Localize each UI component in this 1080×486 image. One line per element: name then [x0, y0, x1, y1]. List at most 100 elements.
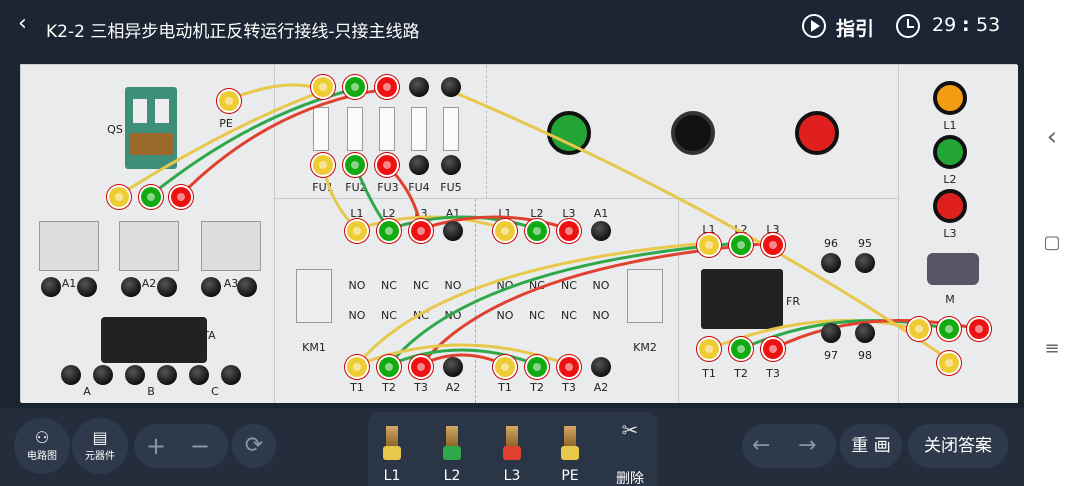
terminal-motor-pe[interactable]: [939, 353, 959, 373]
terminal-km1-l2[interactable]: [379, 221, 399, 241]
wire-l2-cap: [443, 446, 461, 460]
nav-home-icon[interactable]: ▢: [1024, 232, 1080, 253]
terminal-km1-a1[interactable]: [443, 221, 463, 241]
terminal-fr-l3[interactable]: [763, 235, 783, 255]
wire-l1-label: L1: [383, 468, 401, 484]
timer-seconds: 53: [976, 14, 1001, 36]
terminal-km2-t2[interactable]: [527, 357, 547, 377]
wire-l3-cap: [503, 446, 521, 460]
zoom-out-button[interactable]: −: [190, 424, 210, 468]
terminal-km2-l3[interactable]: [559, 221, 579, 241]
wire-pe-cap: [561, 446, 579, 460]
terminal-fu1-bottom[interactable]: [313, 155, 333, 175]
system-nav-bar: ‹ ▢ ≡: [1024, 0, 1080, 486]
delete-label: 删除: [616, 471, 644, 486]
terminal-qs-3[interactable]: [171, 187, 191, 207]
terminal-km2-t1[interactable]: [495, 357, 515, 377]
components-button[interactable]: ▤ 元器件: [72, 418, 128, 474]
wire-pe: [224, 83, 324, 103]
terminal-km1-t3[interactable]: [411, 357, 431, 377]
bottom-toolbar: ⚇ 电路图 ▤ 元器件 + − ⟳ L1 L2 L3 PE ✂ 删除 ← → 重…: [0, 408, 1024, 486]
terminal-a2-2[interactable]: [157, 277, 177, 297]
terminal-ta-a1[interactable]: [61, 365, 81, 385]
guide-button[interactable]: 指引: [836, 14, 874, 41]
terminal-fu3-top[interactable]: [377, 77, 397, 97]
refresh-button[interactable]: ⟳: [232, 424, 276, 468]
wire-l3-stem: [506, 426, 518, 448]
terminal-fu4-bottom[interactable]: [409, 155, 429, 175]
top-bar: ‹ K2-2 三相异步电动机正反转运行接线-只接主线路 指引 29 : 53: [0, 0, 1024, 56]
terminal-a1-1[interactable]: [41, 277, 61, 297]
zoom-controls: + −: [134, 424, 228, 468]
terminal-ta-b2[interactable]: [157, 365, 177, 385]
terminal-fu1-top[interactable]: [313, 77, 333, 97]
wire-l1-cap: [383, 446, 401, 460]
terminal-motor-v[interactable]: [939, 319, 959, 339]
terminal-qs-1[interactable]: [109, 187, 129, 207]
redo-arrow-icon[interactable]: →: [798, 424, 816, 468]
terminal-fr-97[interactable]: [821, 323, 841, 343]
terminal-fu2-top[interactable]: [345, 77, 365, 97]
terminal-fu4-top[interactable]: [409, 77, 429, 97]
zoom-in-button[interactable]: +: [146, 424, 166, 468]
terminal-pe[interactable]: [219, 91, 239, 111]
nav-back-icon[interactable]: ‹: [1024, 122, 1080, 152]
history-controls: ← →: [742, 424, 836, 468]
terminal-fr-95[interactable]: [855, 253, 875, 273]
terminal-ta-c1[interactable]: [189, 365, 209, 385]
wiring-board: QS PE A1 A2 A3 TA A B C FU1 FU2 FU3 FU4 …: [20, 64, 1018, 403]
wire-pe-stem: [564, 426, 576, 448]
terminal-fu5-bottom[interactable]: [441, 155, 461, 175]
delete-button[interactable]: ✂ 删除: [612, 418, 648, 486]
terminal-a2-1[interactable]: [121, 277, 141, 297]
wire-t1-fr: [355, 241, 710, 366]
components-icon: ▤: [92, 428, 108, 447]
terminal-ta-c2[interactable]: [221, 365, 241, 385]
terminal-km1-a2[interactable]: [443, 357, 463, 377]
terminal-km1-t2[interactable]: [379, 357, 399, 377]
terminal-fu5-top[interactable]: [441, 77, 461, 97]
terminal-fr-t2[interactable]: [731, 339, 751, 359]
clock-icon: [896, 14, 920, 38]
terminal-a3-1[interactable]: [201, 277, 221, 297]
terminal-ta-b1[interactable]: [125, 365, 145, 385]
page-title: K2-2 三相异步电动机正反转运行接线-只接主线路: [46, 22, 420, 42]
terminal-a3-2[interactable]: [237, 277, 257, 297]
wire-l1-stem: [386, 426, 398, 448]
wire-l2-label: L2: [443, 468, 461, 484]
terminal-km1-l1[interactable]: [347, 221, 367, 241]
terminal-fr-98[interactable]: [855, 323, 875, 343]
terminal-a1-2[interactable]: [77, 277, 97, 297]
terminal-fr-96[interactable]: [821, 253, 841, 273]
terminal-fr-t1[interactable]: [699, 339, 719, 359]
terminal-fr-t3[interactable]: [763, 339, 783, 359]
terminal-fu3-bottom[interactable]: [377, 155, 397, 175]
terminal-fr-l1[interactable]: [699, 235, 719, 255]
wire-cross-3: [420, 353, 506, 367]
terminal-fr-l2[interactable]: [731, 235, 751, 255]
terminal-ta-a2[interactable]: [93, 365, 113, 385]
terminal-km2-l1[interactable]: [495, 221, 515, 241]
terminal-motor-w[interactable]: [969, 319, 989, 339]
pliers-icon: ✂: [621, 418, 639, 442]
undo-arrow-icon[interactable]: ←: [752, 424, 770, 468]
terminal-km2-a2[interactable]: [591, 357, 611, 377]
circuit-icon: ⚇: [34, 428, 50, 447]
circuit-diagram-button[interactable]: ⚇ 电路图: [14, 418, 70, 474]
terminal-km1-l3[interactable]: [411, 221, 431, 241]
back-icon[interactable]: ‹: [18, 11, 27, 36]
circuit-label: 电路图: [27, 451, 57, 462]
wire-l2-stem: [446, 426, 458, 448]
terminal-motor-u[interactable]: [909, 319, 929, 339]
terminal-km1-t1[interactable]: [347, 357, 367, 377]
terminal-fu2-bottom[interactable]: [345, 155, 365, 175]
close-answer-button[interactable]: 关闭答案: [908, 424, 1008, 468]
terminal-km2-a1[interactable]: [591, 221, 611, 241]
terminal-km2-t3[interactable]: [559, 357, 579, 377]
terminal-qs-2[interactable]: [141, 187, 161, 207]
components-label: 元器件: [85, 451, 115, 462]
nav-menu-icon[interactable]: ≡: [1024, 338, 1080, 359]
play-icon[interactable]: [802, 14, 826, 38]
terminal-km2-l2[interactable]: [527, 221, 547, 241]
redraw-button[interactable]: 重 画: [840, 424, 902, 468]
